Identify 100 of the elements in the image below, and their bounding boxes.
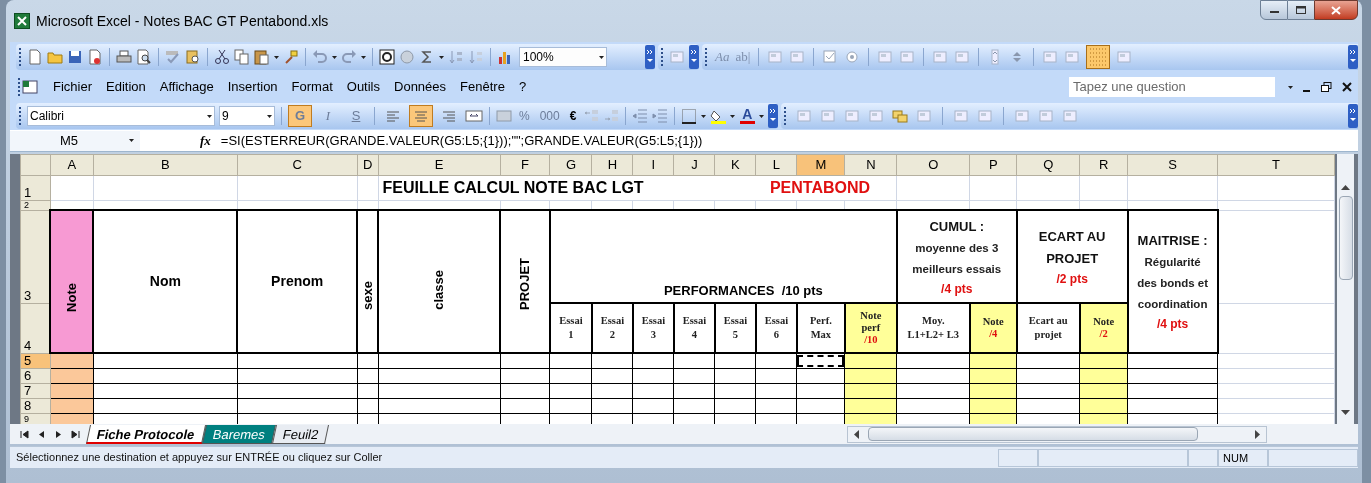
research-icon[interactable]	[185, 49, 201, 65]
menu-item[interactable]: Format	[284, 75, 340, 99]
column-header[interactable]: A	[50, 154, 94, 175]
merge-center-icon[interactable]	[465, 108, 483, 124]
grid-icon[interactable]	[1086, 45, 1111, 69]
font-size-dropdown[interactable]: 9	[219, 106, 275, 126]
scroll-up-icon[interactable]	[1341, 184, 1350, 190]
scroll-down-icon[interactable]	[1341, 410, 1350, 416]
row-header[interactable]: 9	[20, 413, 51, 424]
column-header[interactable]: E	[378, 154, 500, 175]
caret-icon[interactable]	[274, 55, 279, 59]
chart-icon[interactable]	[497, 49, 513, 65]
align-left-icon[interactable]	[386, 109, 400, 123]
column-header[interactable]: K	[714, 154, 756, 175]
row-header[interactable]: 1	[20, 175, 51, 200]
scrollbar-thumb[interactable]	[868, 427, 1198, 441]
radio-button-icon[interactable]	[844, 49, 861, 65]
menu-item[interactable]: Fichier	[46, 75, 99, 99]
row-header[interactable]: 3	[20, 210, 51, 303]
menu-item[interactable]: Fenêtre	[453, 75, 512, 99]
borders-icon[interactable]	[681, 108, 698, 124]
last-sheet-icon[interactable]	[71, 429, 80, 439]
restore-icon[interactable]	[1321, 82, 1332, 92]
caret-icon[interactable]	[599, 55, 604, 59]
checkbox-icon[interactable]	[822, 49, 839, 65]
column-header[interactable]: O	[896, 154, 970, 175]
print-icon[interactable]	[116, 49, 132, 65]
menu-item[interactable]: Affichage	[152, 75, 221, 99]
caret-icon[interactable]	[439, 55, 444, 59]
caret-icon[interactable]	[267, 114, 272, 118]
fill-color-icon[interactable]	[710, 108, 727, 124]
next-sheet-icon[interactable]	[54, 429, 63, 439]
caret-icon[interactable]	[1288, 85, 1293, 89]
font-color-button[interactable]: A	[739, 108, 756, 124]
align-right-icon[interactable]	[442, 109, 456, 123]
previous-sheet-icon[interactable]	[37, 429, 46, 439]
paste-icon[interactable]	[254, 49, 270, 65]
row-header[interactable]: 4	[20, 303, 51, 353]
euro-button[interactable]: €	[566, 107, 580, 125]
comments-icon[interactable]	[892, 108, 909, 124]
menu-item[interactable]: Outils	[339, 75, 387, 99]
new-document-icon[interactable]	[27, 49, 43, 65]
menu-item[interactable]: ?	[511, 75, 534, 99]
minimize-button[interactable]	[1260, 0, 1288, 20]
cut-icon[interactable]	[214, 49, 230, 65]
menu-item[interactable]: Edition	[99, 75, 153, 99]
help-search-field[interactable]: Tapez une question	[1068, 76, 1276, 98]
currency-conversion-icon[interactable]	[379, 49, 395, 65]
align-center-icon[interactable]	[414, 109, 428, 123]
column-header[interactable]: F	[500, 154, 550, 175]
formula-field[interactable]: =SI(ESTERREUR(GRANDE.VALEUR(G5:L5;{1}));"";GRANDE.VALEUR(G5:L5;{1}))	[220, 130, 703, 151]
toolbar-options-icon[interactable]	[689, 45, 699, 69]
toolbar-options-icon[interactable]	[1348, 104, 1358, 128]
caret-icon[interactable]	[332, 55, 337, 59]
column-header[interactable]: Q	[1016, 154, 1080, 175]
copy-icon[interactable]	[234, 49, 250, 65]
save-icon[interactable]	[67, 49, 83, 65]
caret-icon[interactable]	[701, 114, 707, 118]
menu-item[interactable]: Insertion	[220, 75, 285, 99]
column-header[interactable]: S	[1127, 154, 1218, 175]
font-name-dropdown[interactable]: Calibri	[27, 106, 215, 126]
column-header[interactable]: B	[93, 154, 238, 175]
zoom-dropdown[interactable]: 100%	[519, 47, 607, 67]
scroll-left-icon[interactable]	[854, 429, 860, 439]
increase-indent-icon[interactable]	[652, 108, 669, 124]
column-header[interactable]: P	[969, 154, 1017, 175]
close-button[interactable]	[1314, 0, 1358, 20]
caret-icon[interactable]	[361, 55, 366, 59]
row-header[interactable]: 2	[20, 200, 51, 210]
close-icon[interactable]	[1342, 82, 1352, 92]
column-header[interactable]: T	[1217, 154, 1335, 175]
toolbar-options-icon[interactable]	[768, 104, 779, 128]
sort-descending-icon[interactable]	[468, 49, 484, 65]
open-folder-icon[interactable]	[47, 49, 63, 65]
format-painter-icon[interactable]	[283, 49, 299, 65]
caret-icon[interactable]	[207, 114, 212, 118]
insert-function-button[interactable]: fx	[200, 130, 211, 151]
align-center-button[interactable]	[409, 105, 433, 127]
column-header[interactable]: L	[755, 154, 797, 175]
column-header[interactable]: M	[796, 154, 845, 175]
sheet-tab[interactable]: Fiche Protocole	[86, 424, 206, 444]
column-header[interactable]: I	[632, 154, 674, 175]
restore-icon[interactable]	[1296, 6, 1306, 14]
sheet-tab[interactable]: Baremes	[201, 424, 276, 444]
sheet-tab[interactable]: Feuil2	[271, 424, 329, 444]
vertical-scrollbar[interactable]	[1337, 154, 1354, 424]
scroll-right-icon[interactable]	[1254, 429, 1260, 439]
menu-item[interactable]: Données	[387, 75, 454, 99]
caret-icon[interactable]	[730, 114, 736, 118]
column-header[interactable]: D	[357, 154, 379, 175]
first-sheet-icon[interactable]	[20, 429, 29, 439]
toolbar-options-icon[interactable]	[1348, 45, 1358, 69]
column-header[interactable]: G	[549, 154, 592, 175]
permission-icon[interactable]	[87, 49, 103, 65]
print-preview-icon[interactable]	[136, 49, 152, 65]
horizontal-scrollbar[interactable]	[847, 425, 1267, 443]
column-header[interactable]: J	[673, 154, 715, 175]
maximize-button[interactable]	[1288, 0, 1314, 20]
caret-icon[interactable]	[129, 139, 134, 142]
toolbar-options-icon[interactable]	[645, 45, 655, 69]
